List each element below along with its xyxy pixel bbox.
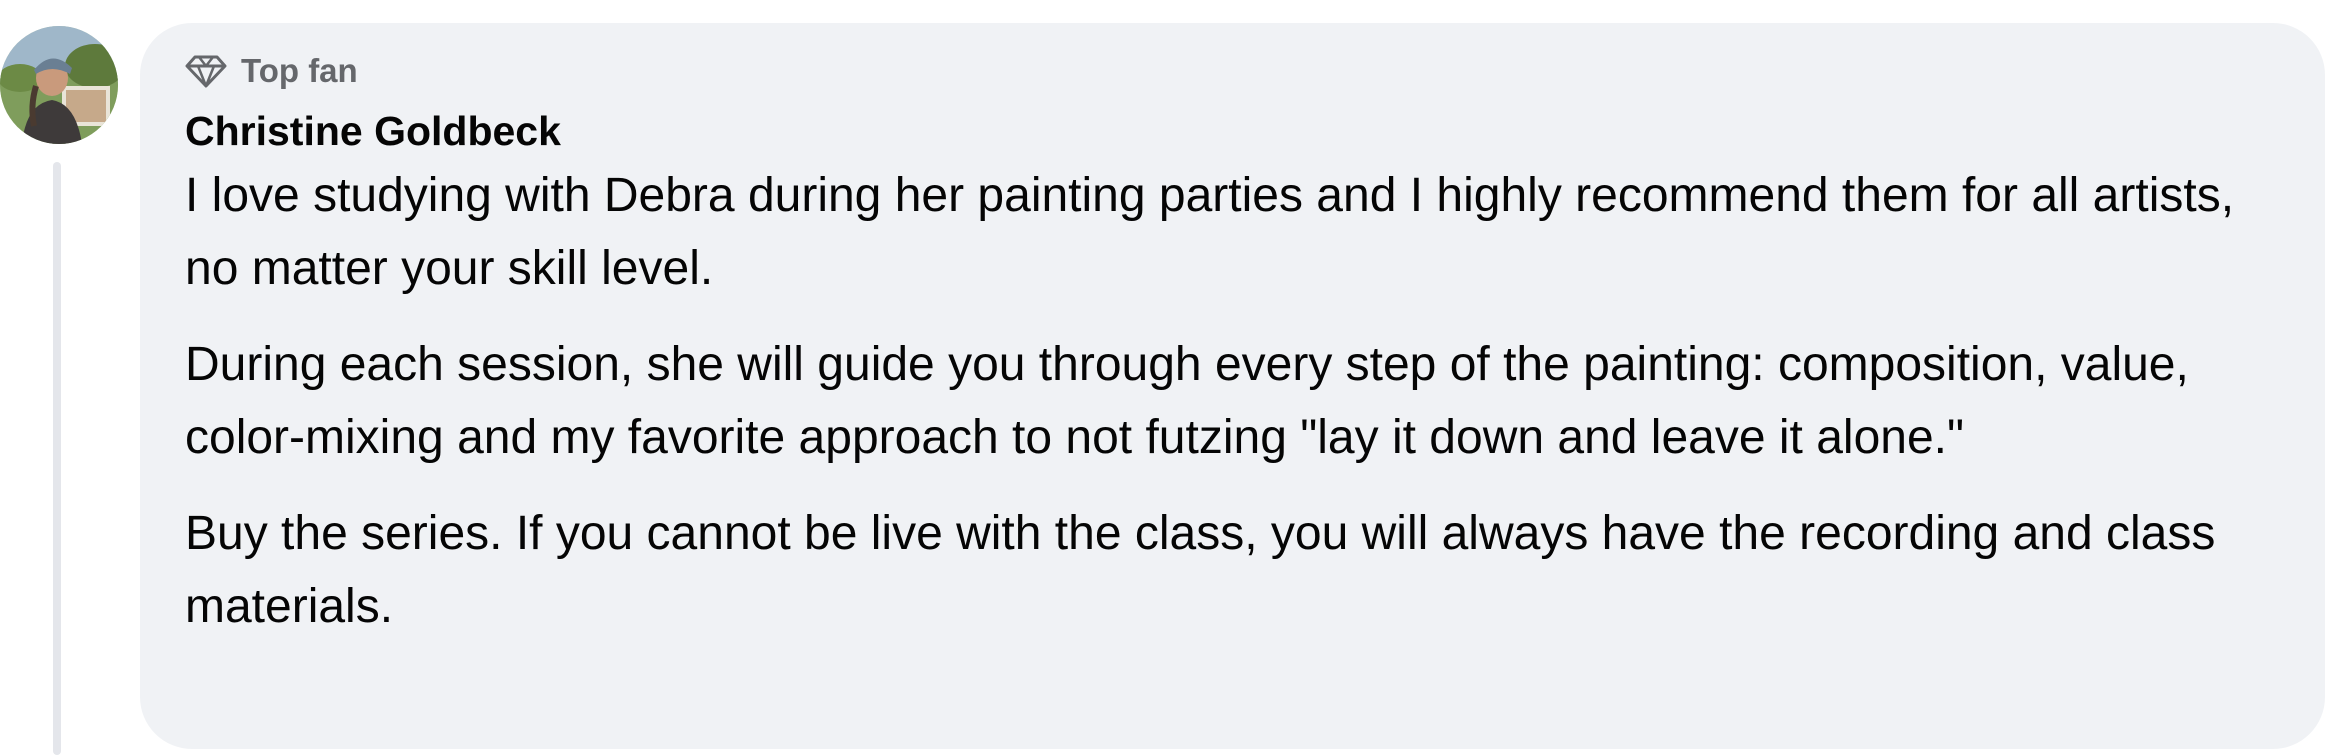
comment-paragraph: During each session, she will guide you … (185, 338, 2189, 464)
comment-text: I love studying with Debra during her pa… (185, 159, 2285, 643)
reply-thread-line (53, 162, 61, 755)
comment-paragraph: I love studying with Debra during her pa… (185, 169, 2235, 295)
top-fan-badge: Top fan (185, 51, 2285, 91)
avatar[interactable] (0, 26, 118, 144)
comment-bubble: Top fan Christine Goldbeck I love studyi… (140, 23, 2325, 749)
author-name[interactable]: Christine Goldbeck (185, 105, 2285, 157)
badge-label: Top fan (241, 52, 358, 89)
comment-paragraph: Buy the series. If you cannot be live wi… (185, 507, 2216, 633)
diamond-icon (185, 54, 227, 88)
